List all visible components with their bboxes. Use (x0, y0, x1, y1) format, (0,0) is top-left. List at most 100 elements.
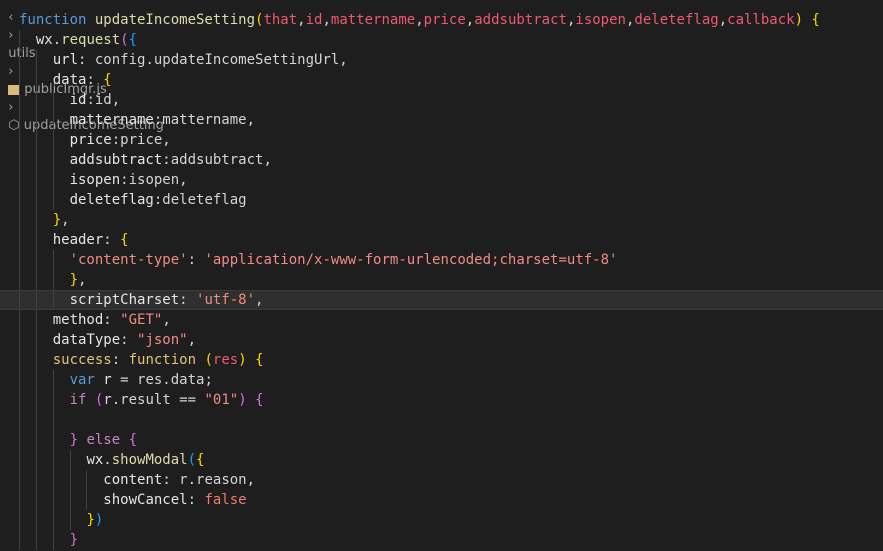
code-line[interactable]: price:price, (0, 130, 883, 150)
code-token: :isopen, (120, 172, 188, 188)
code-line[interactable]: } (0, 530, 883, 550)
code-token: . (103, 452, 112, 468)
code-line[interactable]: }, (0, 270, 883, 290)
code-line[interactable]: function updateIncomeSetting(that,id,mat… (0, 10, 883, 30)
indent-guide (19, 430, 20, 450)
code-token: mattername (69, 112, 154, 128)
code-token: } (52, 212, 62, 228)
code-line[interactable]: mattername:mattername, (0, 110, 883, 130)
code-token: "GET" (120, 312, 163, 328)
indent-guide (19, 350, 20, 370)
code-token: :price, (111, 132, 171, 148)
code-line[interactable]: method: "GET", (0, 310, 883, 330)
code-token: "json" (137, 332, 188, 348)
code-line[interactable] (0, 410, 883, 430)
indent-guide (19, 450, 20, 470)
code-line[interactable]: 'content-type': 'application/x-www-form-… (0, 250, 883, 270)
code-token: : (179, 292, 197, 308)
indent-guide (19, 290, 20, 310)
code-token: request (61, 32, 121, 48)
code-line[interactable]: } else { (0, 430, 883, 450)
code-token: id (305, 12, 323, 28)
indent-guide (19, 130, 20, 150)
code-line[interactable]: success: function (res) { (0, 350, 883, 370)
code-token: ) (238, 352, 247, 368)
code-line[interactable]: }, (0, 210, 883, 230)
indent-guide (35, 50, 37, 70)
indent-guide (35, 210, 37, 230)
code-token: , (187, 332, 197, 348)
code-line[interactable]: showCancel: false (0, 490, 883, 510)
code-line[interactable]: dataType: "json", (0, 330, 883, 350)
code-line[interactable]: isopen:isopen, (0, 170, 883, 190)
indent-guide (35, 330, 37, 350)
code-token: if (69, 392, 87, 408)
code-token: callback (727, 12, 795, 28)
indent-guide (35, 410, 37, 430)
code-line[interactable]: scriptCharset: 'utf-8', (0, 290, 883, 310)
code-line[interactable]: if (r.result == "01") { (0, 390, 883, 410)
code-line[interactable]: wx.showModal({ (0, 450, 883, 470)
code-token: ) (794, 12, 804, 28)
code-token: { (120, 232, 129, 248)
code-token: , (78, 272, 87, 288)
code-token: data (52, 72, 87, 88)
code-token: { (255, 352, 264, 368)
indent-guide (52, 490, 54, 510)
code-line[interactable]: url: config.updateIncomeSettingUrl, (0, 50, 883, 70)
indent-guide (19, 410, 20, 430)
code-editor[interactable]: function updateIncomeSetting(that,id,mat… (0, 10, 883, 550)
indent-guide (35, 430, 37, 450)
code-line[interactable]: content: r.reason, (0, 470, 883, 490)
code-token: 'application/x-www-form-urlencoded;chars… (204, 252, 618, 268)
code-line[interactable]: id:id, (0, 90, 883, 110)
code-line[interactable]: data: { (0, 70, 883, 90)
code-line[interactable]: }) (0, 510, 883, 530)
indent-guide (52, 450, 54, 470)
code-token: : (103, 232, 121, 248)
indent-guide (52, 390, 54, 410)
indent-guide (19, 210, 20, 230)
code-token: : r.reason, (162, 472, 256, 488)
indent-guide (35, 350, 37, 370)
indent-guide (35, 90, 37, 110)
code-line[interactable]: header: { (0, 230, 883, 250)
code-token: ) (238, 392, 247, 408)
code-line[interactable]: deleteflag:deleteflag (0, 190, 883, 210)
indent-guide (19, 30, 20, 50)
code-token: :addsubtract, (162, 152, 272, 168)
indent-guide (69, 470, 71, 490)
code-token: = res.data; (111, 372, 213, 388)
indent-guide (52, 370, 54, 390)
indent-guide (52, 130, 54, 150)
code-token: ) (94, 512, 104, 528)
code-token: : (103, 312, 121, 328)
code-token: , (255, 292, 264, 308)
indent-guide (19, 470, 20, 490)
code-line[interactable]: var r = res.data; (0, 370, 883, 390)
code-token: header (52, 232, 104, 248)
indent-guide (19, 90, 20, 110)
indent-guide (19, 110, 20, 130)
code-token: ( (120, 32, 129, 48)
code-token: r (103, 372, 112, 388)
code-token: dataType (52, 332, 121, 348)
code-token: { (128, 32, 138, 48)
code-token: : (86, 72, 104, 88)
indent-guide (52, 190, 54, 210)
indent-guide (69, 490, 71, 510)
code-line[interactable]: addsubtract:addsubtract, (0, 150, 883, 170)
code-token: . (52, 32, 62, 48)
code-line[interactable]: wx.request({ (0, 30, 883, 50)
code-token: { (128, 432, 138, 448)
indent-guide (35, 130, 37, 150)
